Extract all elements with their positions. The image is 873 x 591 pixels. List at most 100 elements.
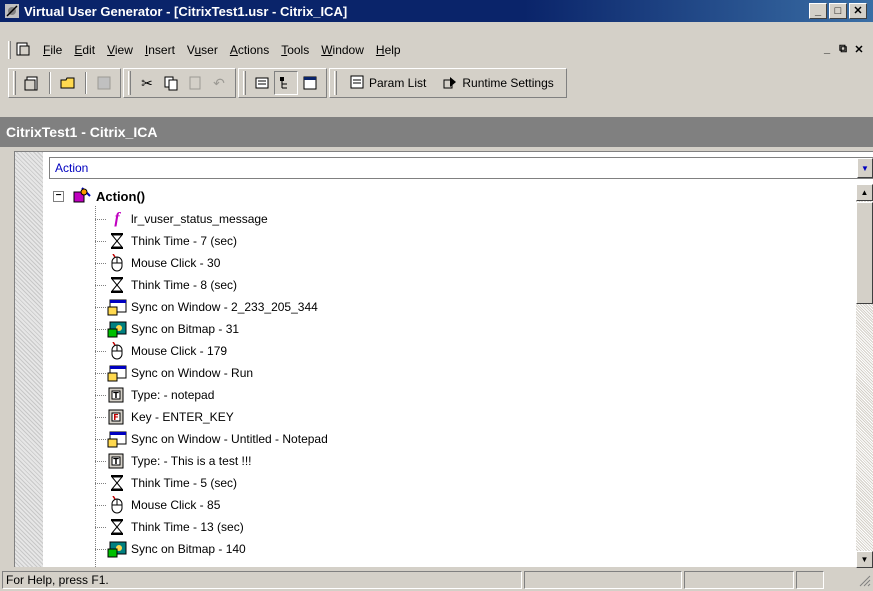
toolbar-grip[interactable] xyxy=(128,71,131,95)
child-restore-button[interactable]: ⧉ xyxy=(835,42,851,56)
toolbar-group-file xyxy=(8,68,121,98)
toolbar-grip[interactable] xyxy=(334,71,337,95)
tree-item[interactable]: T Type: - notepad xyxy=(95,384,214,406)
hourglass-icon xyxy=(107,276,127,294)
collapse-icon[interactable]: − xyxy=(53,190,64,202)
sync-window-icon xyxy=(107,364,127,382)
tree-item-label: Sync on Window - Run xyxy=(131,366,254,380)
minimize-button[interactable]: _ xyxy=(809,3,827,19)
tree-item-label: Think Time - 8 (sec) xyxy=(131,278,238,292)
tree-item[interactable]: Think Time - 7 (sec) xyxy=(95,230,237,252)
runtime-settings-button[interactable]: Runtime Settings xyxy=(434,71,561,95)
action-icon xyxy=(72,186,92,207)
menu-item-edit[interactable]: Edit xyxy=(68,43,101,57)
menu-item-view[interactable]: View xyxy=(101,43,139,57)
tree-item[interactable]: Sync on Window - Run xyxy=(95,362,253,384)
tree-connector xyxy=(95,416,107,418)
svg-text:T: T xyxy=(113,457,119,466)
tree-item[interactable]: Think Time - 5 (sec) xyxy=(95,472,237,494)
menu-item-window[interactable]: Window xyxy=(315,43,370,57)
tree-item-label: Sync on Window - Untitled - Notepad xyxy=(131,432,328,446)
hourglass-icon xyxy=(107,232,127,250)
menu-item-actions[interactable]: Actions xyxy=(224,43,275,57)
key-icon: F xyxy=(107,408,127,426)
param-list-icon xyxy=(349,74,365,93)
app-icon xyxy=(4,3,20,19)
child-minimize-button[interactable]: _ xyxy=(819,42,835,56)
child-close-button[interactable]: ✕ xyxy=(851,42,867,56)
scroll-thumb[interactable] xyxy=(856,202,873,304)
menu-item-tools[interactable]: Tools xyxy=(275,43,315,57)
param-list-button[interactable]: Param List xyxy=(341,71,434,95)
menu-item-file[interactable]: File xyxy=(37,43,68,57)
tree-root-action[interactable]: − Action() xyxy=(53,186,145,206)
script-editor: Action ▼ − Action() f lr_vuser_status_mes… xyxy=(14,151,873,568)
scroll-up-icon[interactable]: ▲ xyxy=(856,184,873,201)
tree-item[interactable]: Mouse Click - 179 xyxy=(95,340,227,362)
tree-item[interactable]: Think Time - 13 (sec) xyxy=(95,516,244,538)
toolbar: ✂ ↶ Param List Runtime Settings xyxy=(0,66,873,100)
tree-item[interactable]: Think Time - 8 (sec) xyxy=(95,274,237,296)
tree-item[interactable]: Mouse Click - 85 xyxy=(95,494,220,516)
vertical-scrollbar[interactable]: ▲ ▼ xyxy=(856,184,873,568)
tree-connector xyxy=(95,438,107,440)
tree-item-label: Type: - This is a test !!! xyxy=(131,454,252,468)
thumbnail-view-icon[interactable] xyxy=(298,71,322,95)
toolbar-grip[interactable] xyxy=(13,71,16,95)
tree-item[interactable]: F Key - ENTER_KEY xyxy=(95,406,234,428)
toolbar-separator xyxy=(49,72,51,94)
tree-item-label: Mouse Click - 30 xyxy=(131,256,221,270)
menu-bar: File Edit View Insert Vuser Actions Tools Windo… xyxy=(0,38,873,62)
copy-icon[interactable] xyxy=(159,71,183,95)
section-combo[interactable]: Action ▼ xyxy=(49,157,873,179)
runtime-settings-label: Runtime Settings xyxy=(462,76,554,90)
tree-root-label: Action() xyxy=(96,188,146,204)
tree-item-label: Sync on Bitmap - 140 xyxy=(131,542,246,556)
tree-connector xyxy=(95,284,107,286)
toolbar-grip[interactable] xyxy=(243,71,246,95)
tree-item[interactable]: Sync on Window - 2_233_205_344 xyxy=(95,296,318,318)
undo-icon[interactable]: ↶ xyxy=(207,71,231,95)
document-icon[interactable] xyxy=(15,41,31,60)
save-icon[interactable] xyxy=(92,71,116,95)
tree-item-label: Think Time - 7 (sec) xyxy=(131,234,238,248)
tree-item-label: Think Time - 13 (sec) xyxy=(131,520,244,534)
runtime-settings-icon xyxy=(442,74,458,93)
tree-item[interactable]: T Type: - This is a test !!! xyxy=(95,450,252,472)
tree-connector xyxy=(95,350,107,352)
tree-connector xyxy=(95,482,107,484)
open-folder-icon[interactable] xyxy=(56,71,80,95)
tree-connector xyxy=(95,218,107,220)
sync-bitmap-icon xyxy=(107,320,127,338)
new-icon[interactable] xyxy=(20,71,44,95)
toolbar-group-view xyxy=(238,68,327,98)
tree-item[interactable]: Sync on Window - Untitled - Notepad xyxy=(95,428,328,450)
menu-item-vuser[interactable]: Vuser xyxy=(181,43,224,57)
scroll-down-icon[interactable]: ▼ xyxy=(856,551,873,568)
menu-item-help[interactable]: Help xyxy=(370,43,407,57)
chevron-down-icon[interactable]: ▼ xyxy=(857,158,873,178)
tree-item[interactable]: Sync on Bitmap - 140 xyxy=(95,538,246,560)
script-view-icon[interactable] xyxy=(250,71,274,95)
status-bar: For Help, press F1. xyxy=(0,569,873,591)
tree-connector xyxy=(95,548,107,550)
tree-item[interactable]: f lr_vuser_status_message xyxy=(95,208,268,230)
tree-item[interactable]: Sync on Bitmap - 31 xyxy=(95,318,239,340)
maximize-button[interactable]: □ xyxy=(829,3,847,19)
menubar-grip[interactable] xyxy=(8,41,11,59)
cut-icon[interactable]: ✂ xyxy=(135,71,159,95)
paste-icon[interactable] xyxy=(183,71,207,95)
tree-item-label: Type: - notepad xyxy=(131,388,215,402)
toolbar-group-params: Param List Runtime Settings xyxy=(329,68,567,98)
tree-item-label: Sync on Bitmap - 31 xyxy=(131,322,240,336)
tree-view-icon[interactable] xyxy=(274,71,298,95)
close-button[interactable]: ✕ xyxy=(849,3,867,19)
tree-item[interactable]: Mouse Click - 30 xyxy=(95,252,220,274)
resize-grip-icon[interactable] xyxy=(826,571,871,589)
menu-item-insert[interactable]: Insert xyxy=(139,43,181,57)
editor-gutter xyxy=(15,152,43,567)
tree-connector xyxy=(95,460,107,462)
status-help-text: For Help, press F1. xyxy=(6,573,109,587)
tree-item-label: lr_vuser_status_message xyxy=(131,212,268,226)
title-bar: Virtual User Generator - [CitrixTest1.us… xyxy=(0,0,873,22)
